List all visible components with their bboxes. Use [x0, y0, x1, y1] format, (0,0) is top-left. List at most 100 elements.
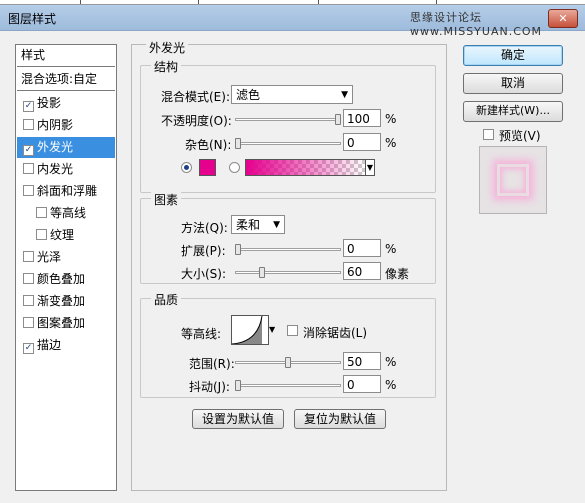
size-input[interactable]: 60 — [343, 262, 381, 280]
technique-select[interactable]: 柔和 ▼ — [231, 215, 285, 234]
glow-color-swatch[interactable] — [199, 159, 216, 176]
quality-group: 品质 等高线: ▼ 消除锯齿(L) 范围(R): 50 % 抖动(J): 0 % — [140, 291, 436, 398]
spread-slider-thumb[interactable] — [235, 244, 241, 255]
opacity-input[interactable]: 100 — [343, 109, 381, 127]
size-label: 大小(S): — [181, 267, 227, 281]
style-item-label: 投影 — [37, 96, 62, 110]
styles-list: 样式 混合选项:自定 ✓ 投影 内阴影 ✓ 外发光 内发光 斜面和浮雕 等高线 纹理 光泽 颜色叠加… — [15, 44, 117, 491]
spread-slider[interactable] — [235, 248, 341, 251]
blend-mode-select[interactable]: 滤色 ▼ — [231, 85, 353, 104]
checkbox-icon[interactable] — [23, 163, 34, 174]
checkbox-checked-icon[interactable]: ✓ — [23, 101, 34, 112]
preview-label: 预览(V) — [499, 129, 541, 143]
style-item[interactable]: ✓ 投影 — [17, 93, 115, 114]
style-item[interactable]: 图案叠加 — [17, 313, 115, 334]
close-button[interactable]: ✕ — [548, 9, 578, 28]
style-item-label: 描边 — [37, 338, 62, 352]
style-item[interactable]: 内发光 — [17, 159, 115, 180]
jitter-slider-thumb[interactable] — [235, 380, 241, 391]
blend-mode-value: 滤色 — [236, 88, 261, 102]
blend-options-item[interactable]: 混合选项:自定 — [17, 69, 115, 91]
style-item[interactable]: 等高线 — [17, 203, 115, 224]
antialias-checkbox[interactable] — [287, 325, 298, 336]
contour-curve-icon — [231, 315, 263, 345]
title-bar: 图层样式 思缘设计论坛 www.MISSYUAN.COM ✕ — [0, 0, 585, 38]
opacity-label: 不透明度(O): — [161, 114, 232, 128]
reset-default-button[interactable]: 复位为默认值 — [294, 409, 386, 429]
range-unit: % — [385, 355, 397, 369]
style-item-label: 等高线 — [50, 206, 87, 220]
style-item-label: 光泽 — [37, 250, 62, 264]
checkbox-icon[interactable] — [36, 207, 47, 218]
outer-glow-panel: 外发光 结构 混合模式(E): 滤色 ▼ 不透明度(O): 100 % 杂色(N… — [131, 39, 447, 491]
solid-color-radio[interactable] — [181, 162, 192, 173]
quality-title: 品质 — [151, 291, 182, 308]
checkbox-checked-icon[interactable]: ✓ — [23, 145, 34, 156]
jitter-label: 抖动(J): — [189, 380, 230, 394]
style-item[interactable]: ✓ 外发光 — [17, 137, 115, 158]
styles-header[interactable]: 样式 — [17, 45, 115, 67]
style-item[interactable]: 颜色叠加 — [17, 269, 115, 290]
checkbox-checked-icon[interactable]: ✓ — [23, 343, 34, 354]
checkbox-icon[interactable] — [36, 229, 47, 240]
noise-label: 杂色(N): — [185, 138, 232, 152]
style-item-label: 纹理 — [50, 228, 75, 242]
checkbox-icon[interactable] — [23, 273, 34, 284]
checkbox-icon[interactable] — [23, 295, 34, 306]
spread-unit: % — [385, 242, 397, 256]
style-item-label: 渐变叠加 — [37, 294, 86, 308]
size-slider[interactable] — [235, 271, 341, 274]
structure-title: 结构 — [151, 58, 182, 75]
range-label: 范围(R): — [189, 357, 235, 371]
antialias-label: 消除锯齿(L) — [303, 326, 368, 340]
noise-slider-thumb[interactable] — [235, 138, 241, 149]
spread-label: 扩展(P): — [181, 244, 226, 258]
ok-button[interactable]: 确定 — [463, 45, 563, 66]
size-slider-thumb[interactable] — [259, 267, 265, 278]
jitter-slider[interactable] — [235, 384, 341, 387]
checkbox-icon[interactable] — [23, 317, 34, 328]
style-preview — [479, 146, 547, 214]
jitter-unit: % — [385, 378, 397, 392]
technique-label: 方法(Q): — [181, 221, 228, 235]
make-default-button[interactable]: 设置为默认值 — [192, 409, 284, 429]
checkbox-icon[interactable] — [23, 119, 34, 130]
style-item[interactable]: 渐变叠加 — [17, 291, 115, 312]
cancel-button[interactable]: 取消 — [463, 73, 563, 94]
range-input[interactable]: 50 — [343, 352, 381, 370]
elements-title: 图素 — [151, 191, 182, 208]
contour-picker[interactable] — [231, 315, 269, 345]
noise-slider[interactable] — [235, 142, 341, 145]
gradient-picker[interactable] — [245, 159, 367, 176]
style-item[interactable]: ✓ 描边 — [17, 335, 115, 356]
gradient-dropdown-icon[interactable]: ▼ — [365, 159, 375, 176]
style-item[interactable]: 内阴影 — [17, 115, 115, 136]
checkbox-icon[interactable] — [23, 251, 34, 262]
preview-checkbox[interactable] — [483, 129, 494, 140]
contour-dropdown-icon[interactable]: ▼ — [269, 325, 275, 334]
blend-mode-label: 混合模式(E): — [161, 90, 230, 104]
preview-thumbnail — [497, 164, 529, 196]
window-title: 图层样式 — [8, 12, 57, 26]
elements-group: 图素 方法(Q): 柔和 ▼ 扩展(P): 0 % 大小(S): 60 像素 — [140, 191, 436, 284]
opacity-slider-thumb[interactable] — [335, 114, 341, 125]
chevron-down-icon: ▼ — [273, 220, 280, 230]
range-slider-thumb[interactable] — [285, 357, 291, 368]
new-style-button[interactable]: 新建样式(W)... — [463, 101, 563, 122]
style-item-label: 内发光 — [37, 162, 74, 176]
style-item-label: 图案叠加 — [37, 316, 86, 330]
size-unit: 像素 — [385, 267, 410, 281]
contour-label: 等高线: — [181, 327, 222, 341]
jitter-input[interactable]: 0 — [343, 375, 381, 393]
technique-value: 柔和 — [236, 218, 261, 232]
ruler — [0, 0, 585, 5]
opacity-slider[interactable] — [235, 118, 341, 121]
style-item[interactable]: 纹理 — [17, 225, 115, 246]
spread-input[interactable]: 0 — [343, 239, 381, 257]
gradient-radio[interactable] — [229, 162, 240, 173]
style-item[interactable]: 斜面和浮雕 — [17, 181, 115, 202]
style-item-label: 内阴影 — [37, 118, 74, 132]
style-item[interactable]: 光泽 — [17, 247, 115, 268]
noise-input[interactable]: 0 — [343, 133, 381, 151]
checkbox-icon[interactable] — [23, 185, 34, 196]
